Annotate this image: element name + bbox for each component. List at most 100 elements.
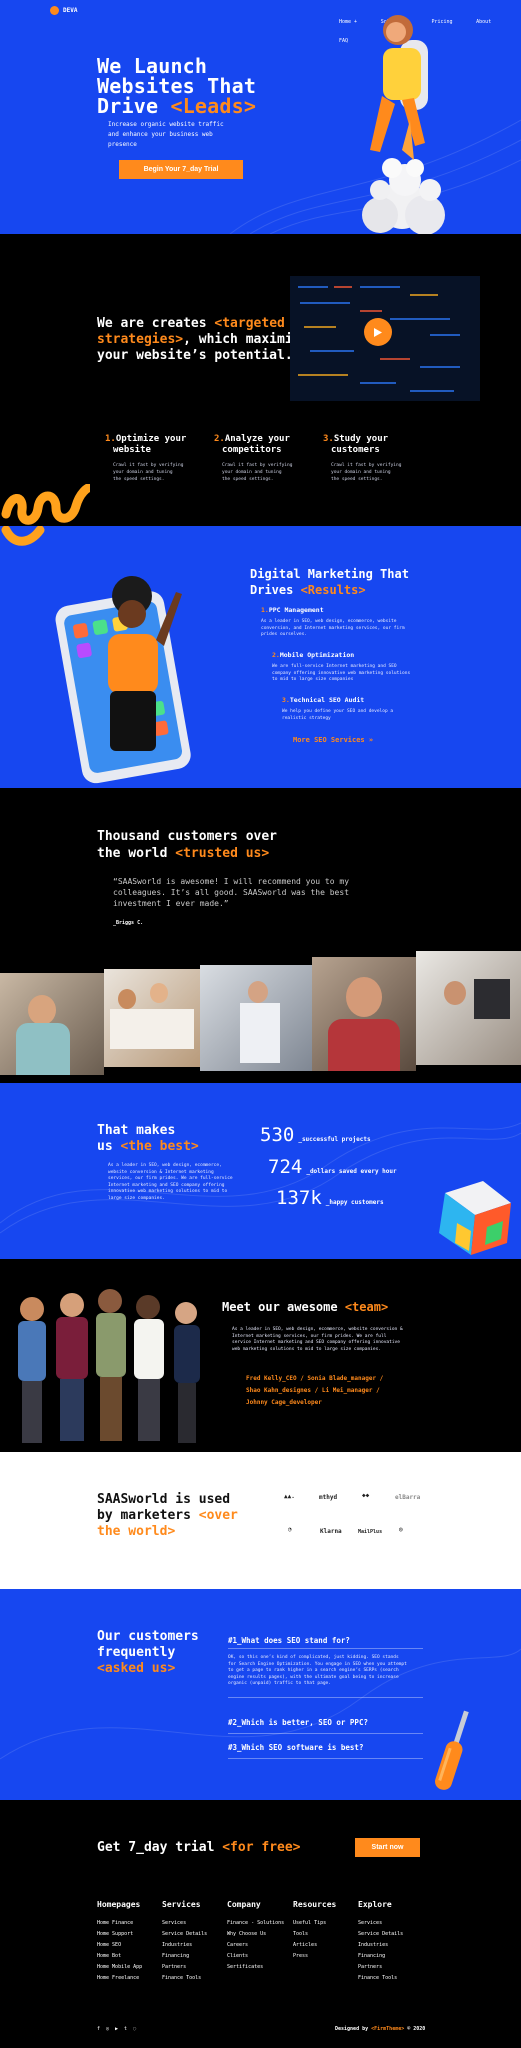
hero-subtitle-line1: Increase organic website traffic [108, 121, 224, 128]
footer-link[interactable]: Partners [358, 1962, 403, 1973]
footer-link[interactable]: Financing [162, 1951, 207, 1962]
footer-link[interactable]: Sertificates [227, 1962, 284, 1973]
footer-link[interactable]: Why Choose Us [227, 1929, 284, 1940]
feature-2-title: Analyze your [224, 434, 290, 444]
footer-link[interactable]: Home Support [97, 1929, 142, 1940]
clients-section: SAASworld is used by marketers <over the… [0, 1452, 521, 1589]
photo-man-headphones [0, 973, 104, 1075]
footer-link[interactable]: Home Bot [97, 1951, 142, 1962]
footer-col-resources-title: Resources [293, 1900, 337, 1909]
team-members: Fred Kelly_CEO / Sonia Blade_manager / S… [246, 1375, 384, 1406]
stats-desc-line3: services, our firm prides. We are full-s… [108, 1176, 233, 1181]
service-mobile-number: 2. [272, 651, 280, 659]
photo-strip [0, 943, 521, 1083]
client-logo-7: MailPlus [358, 1529, 383, 1535]
footer-link[interactable]: Service Details [162, 1929, 207, 1940]
footer-link[interactable]: Useful Tips [293, 1918, 336, 1929]
footer-link[interactable]: Finance Tools [162, 1973, 207, 1984]
footer-link[interactable]: Home Finance [97, 1918, 142, 1929]
testimonial-heading-line2: the world [97, 846, 176, 861]
faq-heading-accent: <asked us> [97, 1661, 176, 1676]
testimonial-heading-accent: <trusted us> [175, 846, 270, 861]
footer-col-company-title: Company [227, 1900, 261, 1909]
footer-link[interactable]: Service Details [358, 1929, 403, 1940]
stats-section: That makes us <the best> As a leader in … [0, 1083, 521, 1259]
footer-link[interactable]: Financing [358, 1951, 403, 1962]
footer-link[interactable]: Home Freelance [97, 1973, 142, 1984]
feature-2-desc: Crawl it fast by verifying your domain an… [222, 462, 324, 483]
team-heading-accent: <team> [344, 1300, 389, 1314]
brand-logo-icon [50, 6, 59, 15]
faq-heading-line2: frequently [97, 1645, 176, 1660]
footer-link[interactable]: Careers [227, 1940, 284, 1951]
brand-logo[interactable]: DEVA [50, 6, 77, 15]
footer-link[interactable]: Home SEO [97, 1940, 142, 1951]
instagram-icon[interactable]: ◎ [106, 2026, 109, 2032]
intro-line3: your website’s potential. [97, 348, 293, 363]
team-member-5[interactable]: Johnny Cage_developer [246, 1399, 322, 1406]
hero-title: We Launch Websites That Drive <Leads> [97, 56, 256, 116]
stat-dollars: 724 _dollars saved every hour [268, 1156, 397, 1178]
hero-subtitle-line3: presence [108, 141, 137, 148]
dribbble-icon[interactable]: ◌ [133, 2026, 136, 2032]
faq-answer-1-line1: OK, so this one’s kind of complicated, j… [228, 1655, 399, 1660]
stats-description: As a leader in SEO, web design, ecommerc… [108, 1163, 233, 1202]
client-logo-1: ▲▲. [284, 1493, 295, 1500]
stats-heading-line2: us [97, 1139, 121, 1154]
marketing-section: Digital Marketing That Drives <Results> … [0, 526, 521, 788]
facebook-icon[interactable]: f [97, 2026, 100, 2032]
testimonial-quote-line3: investment I ever made.” [113, 899, 229, 908]
feature-2-desc-line2: your domain and tuning [222, 470, 282, 475]
footer-link[interactable]: Tools [293, 1929, 336, 1940]
start-now-button[interactable]: Start now [355, 1838, 420, 1857]
footer-link[interactable]: Services [358, 1918, 403, 1929]
hero-trial-button[interactable]: Begin Your 7_day Trial [119, 160, 243, 179]
footer-link[interactable]: Industries [358, 1940, 403, 1951]
team-member-1[interactable]: Fred Kelly_CEO [246, 1375, 297, 1382]
team-member-4[interactable]: Li Mei_manager [322, 1387, 373, 1394]
team-member-2[interactable]: Sonia Blade_manager [307, 1375, 376, 1382]
footer-link[interactable]: Finance Tools [358, 1973, 403, 1984]
footer-link[interactable]: Partners [162, 1962, 207, 1973]
client-logo-3: ◆◆ [362, 1492, 370, 1499]
clients-heading: SAASworld is used by marketers <over the… [97, 1492, 238, 1540]
footer-link[interactable]: Services [162, 1918, 207, 1929]
service-audit: 3.Technical SEO Audit We help you define… [282, 696, 442, 722]
footer-link[interactable]: Finance - Solutions [227, 1918, 284, 1929]
service-ppc-number: 1. [261, 606, 269, 614]
client-logo-4: elBarra [395, 1494, 421, 1501]
clients-heading-line1: SAASworld is used [97, 1492, 231, 1507]
code-video-thumbnail[interactable] [290, 276, 480, 401]
service-audit-desc-line2: realistic strategy [282, 715, 331, 721]
team-desc-line3: service Internet marketing and SEO compa… [232, 1340, 400, 1345]
more-seo-services-link[interactable]: More SEO Services » [293, 736, 373, 744]
faq-heading-line1: Our customers [97, 1629, 199, 1644]
footer-credit-brand[interactable]: <FirmTheme> [371, 2026, 404, 2032]
play-button[interactable] [364, 318, 392, 346]
faq-question-2[interactable]: #2_Which is better, SEO or PPC? [228, 1718, 368, 1727]
feature-2-title2: competitors [222, 445, 282, 455]
footer-link[interactable]: Clients [227, 1951, 284, 1962]
footer-link[interactable]: Press [293, 1951, 336, 1962]
footer-link[interactable]: Home Mobile App [97, 1962, 142, 1973]
footer-col-explore: Explore Services Service Details Industr… [358, 1900, 403, 1984]
testimonial-quote-line2: colleagues. It’s all good. SAASworld was… [113, 888, 350, 897]
faq-question-3[interactable]: #3_Which SEO software is best? [228, 1743, 363, 1752]
testimonial-quote: “SAASworld is awesome! I will recommend … [113, 876, 349, 909]
hero-title-line1: We Launch [97, 54, 208, 78]
marketing-heading-line2: Drives [250, 583, 301, 597]
youtube-icon[interactable]: ▶ [115, 2026, 118, 2032]
hero-title-accent: <Leads> [170, 94, 257, 118]
feature-1-number: 1. [105, 434, 116, 444]
footer-credit-text: Designed by [335, 2026, 372, 2032]
orange-spiral-decoration [1, 484, 90, 525]
twitter-icon[interactable]: t [124, 2026, 127, 2032]
photo-man-desk [416, 951, 521, 1065]
hero-subtitle: Increase organic website traffic and enh… [108, 120, 224, 150]
team-member-3[interactable]: Shao Kahn_designes [246, 1387, 311, 1394]
footer-link[interactable]: Articles [293, 1940, 336, 1951]
faq-question-1[interactable]: #1_What does SEO stand for? [228, 1636, 350, 1645]
footer-link[interactable]: Industries [162, 1940, 207, 1951]
footer-col-explore-title: Explore [358, 1900, 392, 1909]
feature-3: 3.Study your customers Crawl it fast by … [323, 434, 433, 483]
